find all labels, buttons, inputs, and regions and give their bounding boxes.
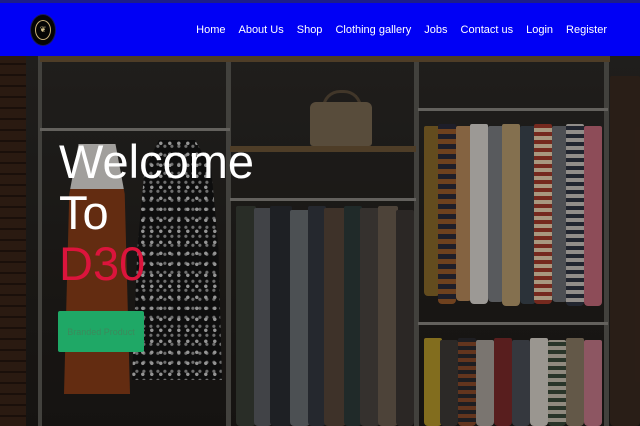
brand-logo[interactable]: ❦ [31, 15, 55, 45]
nav-link-about-us[interactable]: About Us [225, 24, 283, 36]
nav-link-shop[interactable]: Shop [284, 24, 323, 36]
nav-link-login[interactable]: Login [513, 24, 553, 36]
main-nav: Home About Us Shop Clothing gallery Jobs… [196, 3, 607, 56]
nav-link-contact-us[interactable]: Contact us [448, 24, 514, 36]
monogram-logo-icon: ❦ [35, 20, 51, 40]
hero-heading-line-welcome: Welcome [59, 135, 255, 188]
branded-product-button[interactable]: Branded Product [58, 311, 144, 352]
hero-heading: Welcome To D30 [59, 136, 254, 289]
nav-link-clothing-gallery[interactable]: Clothing gallery [322, 24, 411, 36]
hero-section: Welcome To D30 [0, 56, 640, 426]
hero-heading-brand: D30 [59, 237, 146, 290]
nav-link-home[interactable]: Home [196, 24, 225, 36]
nav-link-register[interactable]: Register [553, 24, 607, 36]
nav-link-jobs[interactable]: Jobs [411, 24, 447, 36]
navbar: ❦ Home About Us Shop Clothing gallery Jo… [0, 0, 640, 56]
hero-heading-line-to: To [59, 186, 109, 239]
